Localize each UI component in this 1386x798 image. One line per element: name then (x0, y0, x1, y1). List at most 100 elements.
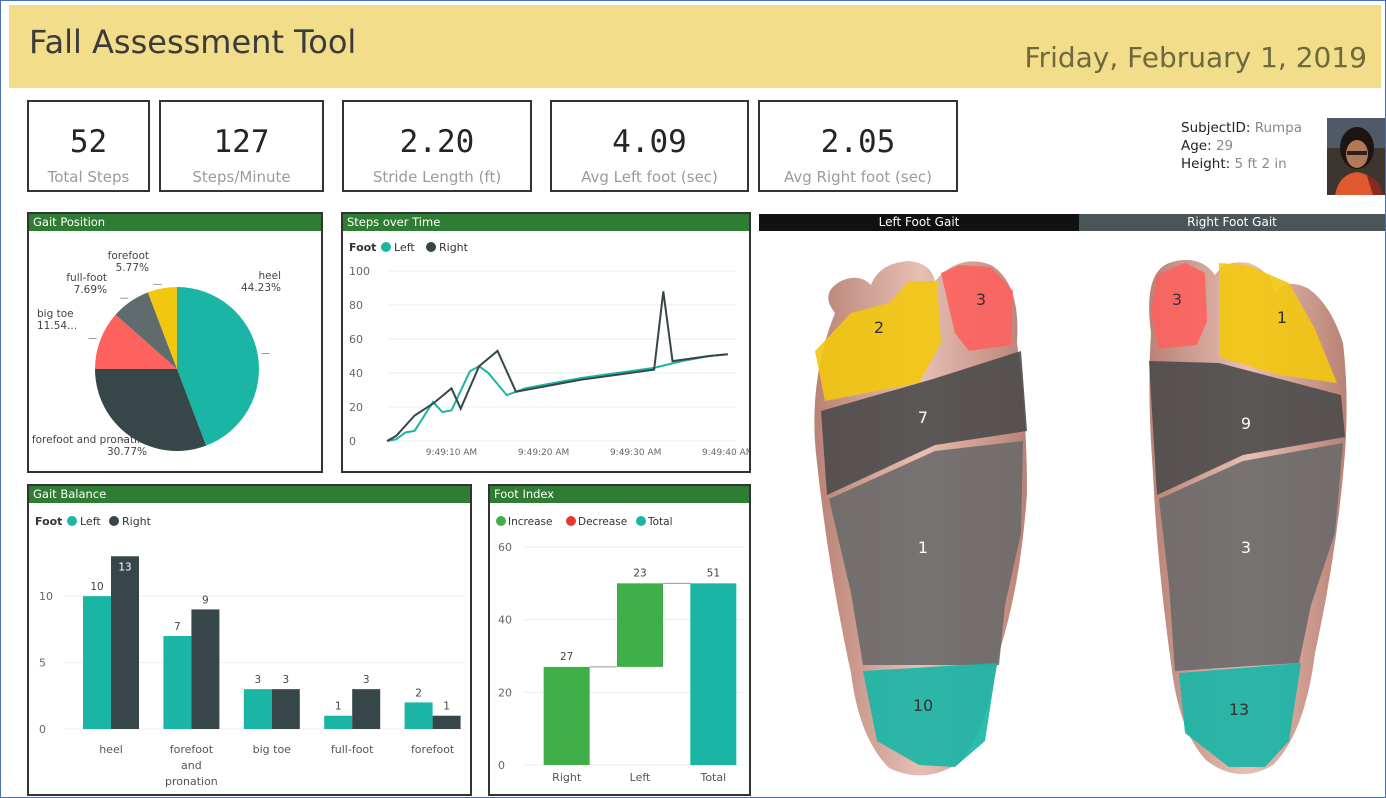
right-zone-heel-value: 13 (1229, 700, 1249, 719)
x-category-label-4-0: forefoot (411, 743, 455, 756)
x-category-label-1: Left (630, 771, 651, 784)
legend-label-1[interactable]: Right (439, 241, 469, 254)
legend-label-2[interactable]: Total (647, 516, 673, 528)
pie-slice-label-4: forefoot (108, 250, 149, 262)
steps-over-time-panel: Steps over Time Foot Left Right 0 20 40 60 80 10… (341, 212, 751, 473)
waterfall-value-label-1: 23 (633, 567, 646, 579)
title-bar: Fall Assessment Tool Friday, February 1,… (9, 5, 1381, 88)
kpi-label: Stride Length (ft) (372, 168, 502, 186)
x-tick-label-3: 9:49:40 AM (702, 448, 749, 458)
x-category-label-2: Total (699, 771, 726, 784)
y-tick-label-0: 0 (498, 759, 505, 772)
subject-height-value: 5 ft 2 in (1234, 156, 1287, 172)
steps-over-time-line-chart: Foot Left Right 0 20 40 60 80 100 9:49:10 AM 9:49:… (349, 241, 749, 458)
bar-left-2[interactable] (243, 689, 272, 729)
pie-slice-value-0: 44.23% (241, 282, 281, 294)
legend-label-0[interactable]: Left (80, 515, 101, 528)
bar-left-1[interactable] (163, 636, 192, 729)
x-tick-label-2: 9:49:30 AM (610, 448, 661, 458)
left-foot: 2 3 7 1 10 (814, 261, 1027, 776)
kpi-value: 2.05 (820, 124, 896, 160)
y-tick-label-0: 0 (349, 435, 356, 448)
series-line-left[interactable] (386, 353, 728, 442)
kpi-card-avg-right-foot[interactable]: 2.05 Avg Right foot (sec) (758, 100, 958, 192)
pie-slice-value-2: 11.54... (37, 320, 77, 332)
series-line-right[interactable] (386, 291, 728, 442)
legend-marker-1[interactable] (566, 516, 576, 526)
legend-label-0[interactable]: Left (394, 241, 415, 254)
kpi-value: 52 (69, 124, 108, 160)
panel-title: Foot Index (490, 486, 749, 503)
bar-left-0[interactable] (83, 596, 111, 729)
waterfall-bar-left[interactable] (617, 583, 663, 667)
x-category-label-3-0: full-foot (331, 743, 374, 756)
tab-right-foot-gait[interactable]: Right Foot Gait (1079, 214, 1385, 231)
tab-left-foot-gait[interactable]: Left Foot Gait (759, 214, 1079, 231)
kpi-card-avg-left-foot[interactable]: 4.09 Avg Left foot (sec) (550, 100, 749, 192)
legend-marker-2[interactable] (636, 516, 646, 526)
bar-left-3[interactable] (324, 715, 353, 729)
legend-label-1[interactable]: Right (122, 515, 152, 528)
kpi-card-total-steps[interactable]: 52 Total Steps (27, 100, 150, 192)
y-tick-label-5: 100 (349, 265, 370, 278)
y-tick-label-1: 5 (39, 657, 46, 670)
waterfall-bar-total[interactable] (690, 583, 737, 765)
subject-info: SubjectID: Rumpa Age: 29 Height: 5 ft 2 … (1181, 119, 1302, 173)
waterfall-value-label-2: 51 (707, 567, 720, 579)
y-tick-label-4: 80 (349, 299, 363, 312)
panel-title: Gait Balance (29, 486, 470, 503)
y-tick-label-2: 40 (498, 614, 512, 627)
legend-marker-0[interactable] (381, 242, 391, 252)
legend-marker-0[interactable] (496, 516, 506, 526)
bar-right-4[interactable] (432, 715, 461, 729)
y-tick-label-0: 0 (39, 723, 46, 736)
legend-marker-1[interactable] (109, 516, 119, 526)
x-tick-label-1: 9:49:20 AM (518, 448, 569, 458)
y-tick-label-1: 20 (349, 401, 363, 414)
legend-marker-0[interactable] (67, 516, 77, 526)
pie-slice-value-3: 7.69% (74, 284, 107, 296)
pie-slice-label-0: heel (259, 270, 282, 282)
dashboard-frame: Fall Assessment Tool Friday, February 1,… (0, 0, 1386, 798)
bar-value-label-right-4: 1 (443, 701, 450, 713)
subject-height-label: Height: (1181, 156, 1231, 172)
subject-age-value: 29 (1215, 138, 1234, 154)
bar-left-4[interactable] (404, 702, 433, 729)
x-category-label-0: Right (552, 771, 582, 784)
legend-title: Foot (35, 515, 62, 528)
panel-title: Gait Position (29, 214, 321, 231)
y-tick-label-1: 20 (498, 686, 512, 699)
kpi-value: 127 (213, 124, 270, 160)
kpi-card-stride-length[interactable]: 2.20 Stride Length (ft) (342, 100, 532, 192)
kpi-value: 2.20 (399, 124, 475, 160)
left-zone-midfoot-value: 1 (918, 538, 928, 557)
kpi-label: Steps/Minute (192, 168, 291, 186)
subject-id-value: Rumpa (1254, 120, 1303, 136)
kpi-card-steps-per-minute[interactable]: 127 Steps/Minute (159, 100, 324, 192)
right-zone-toes-value: 1 (1277, 308, 1287, 327)
pie-slice-value-1: 30.77% (107, 446, 147, 458)
y-tick-label-2: 40 (349, 367, 363, 380)
left-zone-heel-value: 10 (913, 696, 933, 715)
bar-value-label-right-3: 3 (363, 674, 370, 686)
right-foot: 3 1 9 3 13 (1149, 259, 1347, 775)
bar-right-2[interactable] (271, 689, 300, 729)
x-category-label-2-0: big toe (253, 743, 292, 756)
left-zone-forefoot-value: 7 (918, 408, 928, 427)
gait-balance-panel: Gait Balance Foot Left Right 0 5 10 10 13 heel 7 9… (27, 484, 472, 796)
legend-label-1[interactable]: Decrease (578, 516, 627, 528)
bar-value-label-right-2: 3 (282, 674, 289, 686)
kpi-label: Avg Right foot (sec) (783, 168, 933, 186)
x-category-label-1-1: and (181, 759, 202, 772)
legend-label-0[interactable]: Increase (508, 516, 552, 528)
bar-right-3[interactable] (352, 689, 381, 729)
waterfall-bar-right[interactable] (543, 666, 590, 765)
waterfall-value-label-0: 27 (560, 651, 573, 663)
bar-right-0[interactable] (111, 556, 139, 729)
bar-right-1[interactable] (191, 609, 220, 729)
y-tick-label-3: 60 (349, 333, 363, 346)
bar-value-label-right-0: 13 (118, 561, 131, 573)
bar-value-label-right-1: 9 (202, 594, 209, 606)
foot-index-panel: Foot Index Increase Decrease Total 0 20 40 60 2… (488, 484, 751, 796)
legend-marker-1[interactable] (426, 242, 436, 252)
